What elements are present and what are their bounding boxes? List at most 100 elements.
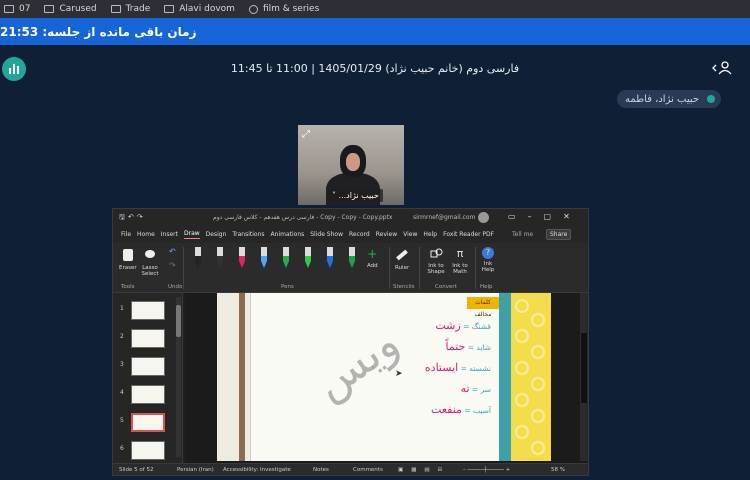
slide-editing-area: کلمات مخالف قشنگ = زشت شاید = حتماً نشسته … [185,293,588,463]
ink-help-button[interactable]: ? Ink Help [480,247,496,273]
word-pair: آسیب = منفعت [431,403,491,416]
handwritten-word: زشت [435,319,461,332]
webcam-name-label: حبیب نژاد... ˅ [328,189,383,202]
tab-record[interactable]: Record [349,231,370,238]
thumbnail-number: 5 [120,417,124,424]
language[interactable]: Persian (Iran) [177,467,214,473]
word-pair: شاید = حتماً [446,340,492,353]
shared-screen-powerpoint: 🖫↶↷ Copy - Copy - Copy.pptx - فارسی درس … [112,208,589,476]
undo-button[interactable]: ↶ [169,247,176,256]
word-pair: نشسته = ایستاده [425,361,491,374]
word-left: سر = [469,385,491,394]
thumbnail-number: 3 [120,361,124,368]
thumbnail-number: 1 [120,305,124,312]
ppt-account: sirmrnef@gmail.com [413,214,476,221]
tab-draw[interactable]: Draw [183,230,200,239]
accessibility-status[interactable]: Accessibility: Investigate [223,467,291,473]
user-chevron-icon[interactable] [712,60,734,76]
mouse-cursor-icon: ➤ [395,369,403,379]
slide-thumbnail[interactable] [131,301,165,320]
pen-7-icon[interactable] [325,247,335,269]
tab-file[interactable]: File [121,231,131,238]
ink-to-shape-icon [430,248,443,258]
zoom-slider[interactable]: – ─────┼───── + [463,467,510,473]
bookmark-item[interactable]: Trade [110,4,150,14]
checkbox-icon [44,5,55,13]
plus-icon: + [367,247,378,261]
eraser-icon [122,249,133,261]
bookmark-item[interactable]: Carused [44,4,97,14]
word-pair: قشنگ = زشت [435,319,491,332]
ppt-status-bar: Slide 5 of 52 Persian (Iran) Accessibili… [113,463,588,475]
add-pen-button[interactable]: + Add [367,247,378,269]
slide-thumbnails-panel: 1 2 3 4 5 6 [113,293,183,463]
tab-slide-show[interactable]: Slide Show [310,231,343,238]
checkbox-icon [4,5,14,13]
ink-to-math-button[interactable]: π Ink to Math [449,247,471,275]
view-buttons-icon[interactable]: ▣▦▤⊟ [398,467,450,473]
pen-1-icon[interactable] [193,247,203,269]
checkbox-icon [110,5,121,13]
ppt-ribbon: Eraser Lasso Select ↶ ↷ + Add Ruler Ink … [113,243,588,293]
expand-icon[interactable]: ⤢ [302,129,314,141]
session-timer-text: زمان باقی مانده از جلسه: 21:53 [0,24,197,39]
lasso-icon [145,250,155,258]
thumbnail-number: 2 [120,333,124,340]
checkbox-icon [164,5,175,13]
pen-3-icon[interactable] [237,247,247,269]
eraser-button[interactable]: Eraser [119,247,137,271]
pen-4-icon[interactable] [259,247,269,269]
slide-scrollbar[interactable] [580,293,588,461]
comments-button[interactable]: Comments [353,467,383,473]
quick-access-icons: 🖫↶↷ [119,213,146,221]
pen-8-icon[interactable] [347,247,357,269]
word-left: نشسته = [458,364,491,373]
bookmark-item[interactable]: film & series [248,4,319,14]
pen-6-icon[interactable] [303,247,313,269]
slide-heading-tag: کلمات مخالف [467,297,499,318]
help-icon: ? [482,247,494,259]
slide-thumbnail[interactable] [131,329,165,348]
pi-icon: π [456,247,464,260]
ruler-icon [396,249,408,261]
undo-icon: ↶ [169,247,176,256]
current-slide[interactable]: کلمات مخالف قشنگ = زشت شاید = حتماً نشسته … [217,293,551,461]
tab-help[interactable]: Help [423,231,437,238]
bookmark-item[interactable]: 07 [4,4,30,14]
tab-animations[interactable]: Animations [271,231,305,238]
pen-2-icon[interactable] [215,247,225,269]
tab-design[interactable]: Design [206,231,227,238]
slide-thumbnail[interactable] [131,385,165,404]
bookmark-item[interactable]: Alavi dovom [164,4,235,14]
session-timer-bar: زمان باقی مانده از جلسه: 21:53 [0,18,750,45]
watermark-text: ویس [305,316,409,411]
slide-thumbnail[interactable] [131,357,165,376]
ink-to-shape-button[interactable]: Ink to Shape [425,247,447,275]
tell-me-search[interactable]: Tell me [512,231,533,238]
notes-button[interactable]: Notes [313,467,329,473]
word-left: آسیب = [461,406,491,415]
ruler-button[interactable]: Ruler [395,247,409,271]
tab-transitions[interactable]: Transitions [232,231,264,238]
handwritten-word: ته [460,382,470,395]
share-button[interactable]: Share [546,229,572,240]
bookmarks-bar: 07 Carused Trade Alavi dovom film & seri… [0,0,750,18]
ppt-title-bar: 🖫↶↷ Copy - Copy - Copy.pptx - فارسی درس … [113,209,588,226]
pen-5-icon[interactable] [281,247,291,269]
participant-chip[interactable]: حبیب نژاد، فاطمه [617,90,722,108]
tab-foxit[interactable]: Foxit Reader PDF [443,231,494,238]
slide-count: Slide 5 of 52 [119,467,154,473]
redo-button[interactable]: ↷ [169,261,176,270]
lasso-select-button[interactable]: Lasso Select [141,247,159,277]
ppt-filename: Copy - Copy - Copy.pptx - فارسی درس هفده… [213,214,393,221]
tab-review[interactable]: Review [376,231,397,238]
tab-home[interactable]: Home [137,231,155,238]
tab-insert[interactable]: Insert [161,231,178,238]
webcam-video: ⤢ حبیب نژاد... ˅ [298,125,404,205]
class-title: فارسی دوم (خانم حبیب نژاد) 1405/01/29 | … [230,62,520,75]
zoom-level[interactable]: 58 % [551,467,565,473]
thumbnails-scrollbar[interactable] [176,297,181,457]
slide-thumbnail[interactable] [131,441,165,460]
tab-view[interactable]: View [403,231,417,238]
slide-thumbnail[interactable] [131,413,165,432]
